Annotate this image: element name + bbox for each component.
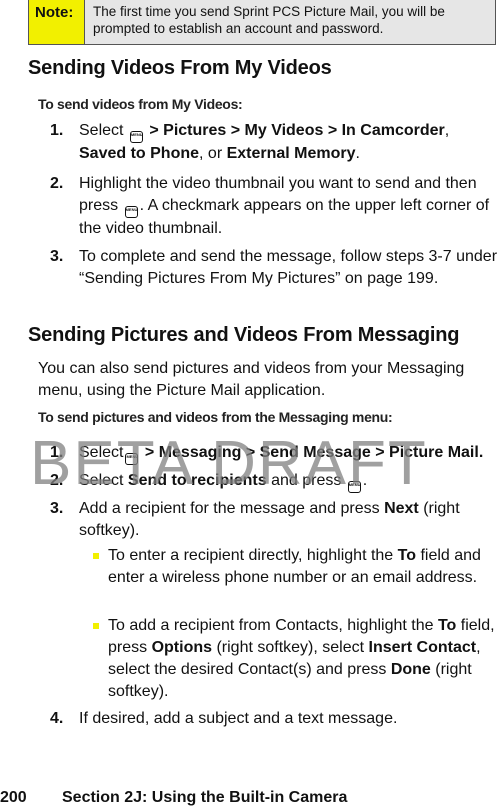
option-insert-contact: Insert Contact — [368, 639, 477, 656]
option-external-memory: External Memory — [226, 145, 356, 162]
field-to: To — [397, 547, 416, 564]
step-number: 1. — [50, 122, 64, 139]
step-text: . A checkmark appears on the upper left … — [79, 197, 490, 237]
section-title: Section 2J: Using the Built-in Camera — [62, 789, 348, 806]
menu-ok-key-icon: MENU — [129, 131, 143, 143]
option-send-to-recipients: Send to recipients — [127, 472, 267, 489]
step-1-messaging: 1. Select MENU > Messaging > Send Message… — [50, 442, 500, 465]
step-3: 3. To complete and send the message, fol… — [50, 246, 500, 290]
menu-ok-key-icon: MENU — [124, 206, 138, 218]
page-footer: 200 Section 2J: Using the Built-in Camera — [0, 789, 347, 807]
step-text: Select — [79, 122, 124, 139]
bullet-item: To enter a recipient directly, highlight… — [93, 545, 502, 589]
menu-path: > Messaging > Send Message > Picture Mai… — [140, 444, 484, 461]
note-label: Note: — [29, 0, 85, 44]
menu-ok-key-icon: MENU — [125, 453, 139, 465]
step-4-messaging: 4. If desired, add a subject and a text … — [50, 708, 500, 730]
softkey-next: Next — [384, 500, 419, 517]
menu-path: > Pictures > My Videos > In Camcorder — [144, 122, 445, 139]
step-number: 4. — [50, 710, 64, 727]
bullet-square-icon — [93, 623, 99, 629]
step-2-messaging: 2. Select Send to recipients and press M… — [50, 470, 500, 493]
step-number: 2. — [50, 472, 64, 489]
section-heading-messaging: Sending Pictures and Videos From Messagi… — [28, 324, 460, 346]
step-text: To complete and send the message, follow… — [79, 248, 498, 287]
option-saved-to-phone: Saved to Phone — [79, 145, 200, 162]
section-heading-videos: Sending Videos From My Videos — [28, 57, 332, 79]
bullet-item: To add a recipient from Contacts, highli… — [93, 615, 502, 703]
step-number: 3. — [50, 500, 64, 517]
step-3-messaging: 3. Add a recipient for the message and p… — [50, 498, 500, 542]
note-box: Note: The first time you send Sprint PCS… — [28, 0, 496, 45]
procedure-intro-videos: To send videos from My Videos: — [38, 96, 243, 112]
step-number: 1. — [50, 444, 64, 461]
note-text: The first time you send Sprint PCS Pictu… — [85, 0, 495, 44]
section-paragraph: You can also send pictures and videos fr… — [38, 360, 465, 399]
step-1: 1. Select MENU > Pictures > My Videos > … — [50, 120, 500, 165]
step-text: If desired, add a subject and a text mes… — [79, 710, 398, 727]
softkey-options: Options — [151, 639, 213, 656]
bullet-square-icon — [93, 553, 99, 559]
step-number: 3. — [50, 248, 64, 265]
menu-ok-key-icon: MENU — [347, 481, 361, 493]
softkey-done: Done — [390, 661, 431, 678]
step-2: 2. Highlight the video thumbnail you wan… — [50, 173, 500, 240]
procedure-intro-messaging: To send pictures and videos from the Mes… — [38, 409, 393, 425]
page-number: 200 — [0, 789, 27, 806]
field-to: To — [437, 617, 457, 634]
step-number: 2. — [50, 175, 64, 192]
